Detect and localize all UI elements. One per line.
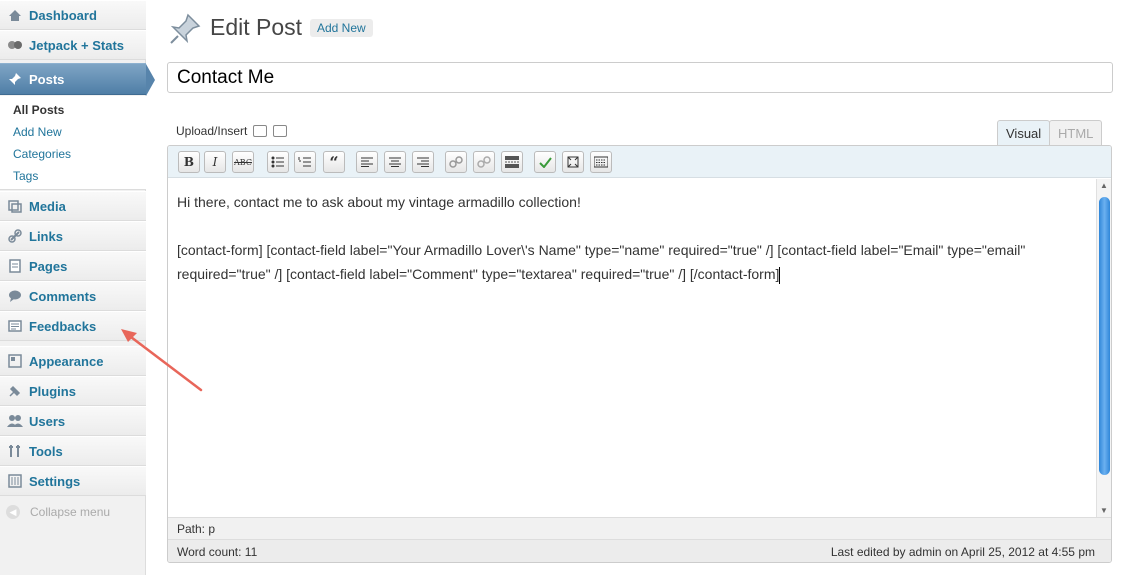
submenu-add-new[interactable]: Add New: [13, 125, 62, 139]
link-icon: [449, 156, 463, 168]
fullscreen-button[interactable]: [562, 151, 584, 173]
sidebar-item-jetpack[interactable]: Jetpack + Stats: [0, 30, 146, 60]
contact-form-shortcode: [contact-form] [contact-field label="You…: [177, 242, 1026, 282]
appearance-icon: [6, 353, 24, 369]
sidebar-item-links[interactable]: Links: [0, 221, 146, 251]
pushpin-icon: [170, 13, 201, 44]
align-left-button[interactable]: [356, 151, 378, 173]
tools-icon: [6, 443, 24, 459]
editor-content[interactable]: Hi there, contact me to ask about my vin…: [177, 190, 1087, 310]
scroll-down-icon[interactable]: ▼: [1100, 506, 1108, 515]
sidebar-item-label: Feedbacks: [29, 318, 97, 334]
bullet-list-button[interactable]: [267, 151, 289, 173]
align-right-icon: [417, 157, 429, 167]
pages-icon: [6, 258, 24, 274]
tab-html[interactable]: HTML: [1049, 120, 1103, 146]
editor-scrollbar[interactable]: ▲ ▼: [1096, 179, 1111, 517]
sidebar-item-label: Users: [29, 413, 66, 429]
submenu-tags[interactable]: Tags: [13, 169, 38, 183]
sidebar-item-label: Settings: [29, 473, 81, 489]
bold-button[interactable]: B: [178, 151, 200, 173]
align-left-icon: [361, 157, 373, 167]
pushpin-icon: [6, 71, 24, 87]
link-icon: [6, 228, 24, 244]
sidebar-item-label: Tools: [29, 443, 63, 459]
sidebar-item-label: Plugins: [29, 383, 76, 399]
comment-icon: [6, 288, 24, 304]
numbered-list-button[interactable]: [294, 151, 316, 173]
feedback-icon: [6, 318, 24, 334]
content-paragraph-1: Hi there, contact me to ask about my vin…: [177, 194, 581, 210]
sidebar-item-label: Media: [29, 198, 66, 214]
strikethrough-button[interactable]: ABC: [232, 151, 254, 173]
insert-link-button[interactable]: [445, 151, 467, 173]
sidebar-item-users[interactable]: Users: [0, 406, 146, 436]
spellcheck-icon: [539, 157, 552, 168]
sidebar-item-tools[interactable]: Tools: [0, 436, 146, 466]
users-icon: [6, 413, 24, 429]
blockquote-button[interactable]: “: [323, 151, 345, 173]
sidebar-item-label: Links: [29, 228, 63, 244]
word-count: Word count: 11: [177, 545, 258, 559]
add-new-button[interactable]: Add New: [310, 19, 373, 37]
settings-icon: [6, 473, 24, 489]
content-paragraph-2: [contact-form] [contact-field label="You…: [177, 238, 1087, 286]
fullscreen-icon: [567, 156, 579, 168]
kitchen-sink-icon: [594, 156, 608, 168]
jetpack-icon: [6, 37, 24, 53]
editor-status-bar: Word count: 11 Last edited by admin on A…: [168, 539, 1111, 562]
dashboard-icon: [6, 7, 24, 23]
add-media-icon[interactable]: [253, 125, 268, 137]
tab-visual[interactable]: Visual: [997, 120, 1051, 146]
post-title-input[interactable]: [167, 62, 1113, 93]
sidebar-item-label: Comments: [29, 288, 97, 304]
text-cursor: [779, 266, 781, 284]
scroll-up-icon[interactable]: ▲: [1100, 181, 1108, 190]
upload-insert-bar: Upload/Insert: [176, 124, 288, 138]
insert-more-button[interactable]: [501, 151, 523, 173]
sidebar-item-label: Posts: [29, 71, 65, 87]
unlink-button[interactable]: [473, 151, 495, 173]
more-tag-icon: [505, 156, 519, 168]
italic-button[interactable]: I: [204, 151, 226, 173]
editor-toolbar: B I ABC “: [168, 146, 1111, 178]
sidebar-item-label: Jetpack + Stats: [29, 37, 125, 53]
align-right-button[interactable]: [412, 151, 434, 173]
posts-submenu: All Posts Add New Categories Tags: [0, 96, 146, 190]
submenu-categories[interactable]: Categories: [13, 147, 71, 161]
numbered-list-icon: [298, 157, 311, 167]
collapse-arrow-icon: ◀: [6, 505, 20, 519]
sidebar-item-settings[interactable]: Settings: [0, 466, 146, 496]
collapse-menu-button[interactable]: ◀ Collapse menu: [6, 505, 110, 519]
admin-sidebar: Dashboard Jetpack + Stats Posts All Post…: [0, 0, 155, 575]
media-icon: [6, 198, 24, 214]
unlink-icon: [477, 156, 491, 168]
annotation-arrow-icon: [121, 329, 203, 392]
sidebar-item-dashboard[interactable]: Dashboard: [0, 0, 146, 30]
editor-path: Path: p: [168, 517, 1111, 539]
scroll-thumb[interactable]: [1099, 197, 1110, 475]
active-menu-pointer: [146, 64, 155, 96]
sidebar-item-posts[interactable]: Posts: [0, 63, 146, 95]
bullet-list-icon: [271, 156, 284, 168]
sidebar-item-media[interactable]: Media: [0, 191, 146, 221]
sidebar-item-pages[interactable]: Pages: [0, 251, 146, 281]
plugin-icon: [6, 383, 24, 399]
sidebar-item-comments[interactable]: Comments: [0, 281, 146, 311]
add-form-icon[interactable]: [273, 125, 288, 137]
last-edited: Last edited by admin on April 25, 2012 a…: [830, 545, 1095, 559]
align-center-icon: [389, 157, 401, 167]
sidebar-item-label: Pages: [29, 258, 68, 274]
sidebar-item-label: Appearance: [29, 353, 104, 369]
upload-insert-label: Upload/Insert: [176, 124, 248, 138]
kitchen-sink-button[interactable]: [590, 151, 612, 173]
spellcheck-button[interactable]: [534, 151, 556, 173]
submenu-all-posts[interactable]: All Posts: [13, 103, 64, 117]
page-title: Edit Post: [210, 14, 303, 40]
collapse-menu-label: Collapse menu: [30, 505, 111, 519]
post-editor: B I ABC “ Hi there, contact me to ask ab…: [167, 145, 1112, 563]
sidebar-item-label: Dashboard: [29, 7, 97, 23]
align-center-button[interactable]: [384, 151, 406, 173]
